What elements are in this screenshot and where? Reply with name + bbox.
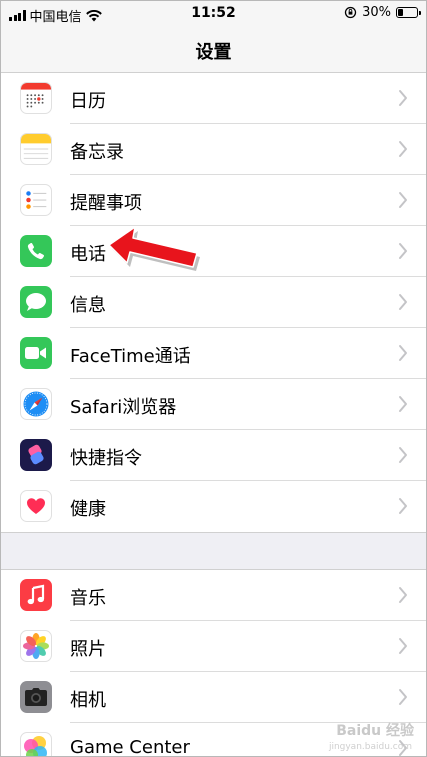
settings-row-label: 电话 — [70, 244, 106, 265]
settings-row-safari[interactable]: Safari浏览器 — [1, 379, 426, 430]
phone-icon — [20, 235, 52, 267]
settings-row-label: FaceTime通话 — [70, 346, 191, 367]
settings-row-label: 提醒事项 — [70, 193, 142, 214]
settings-row-label: Safari浏览器 — [70, 397, 177, 418]
game-center-icon — [20, 732, 52, 756]
settings-row-label: 备忘录 — [70, 142, 124, 163]
watermark-url: jingyan.baidu.com — [328, 742, 412, 752]
battery-percent: 30% — [362, 5, 391, 20]
notes-icon — [20, 133, 52, 165]
chevron-right-icon — [399, 447, 407, 463]
settings-row-label: 日历 — [70, 91, 106, 112]
chevron-right-icon — [399, 498, 407, 514]
settings-row-label: 相机 — [70, 690, 106, 711]
facetime-icon — [20, 337, 52, 369]
music-icon — [20, 579, 52, 611]
camera-icon — [20, 681, 52, 713]
settings-row-phone[interactable]: 电话 — [1, 226, 426, 277]
settings-row-label: 照片 — [70, 639, 106, 660]
chevron-right-icon — [399, 294, 407, 310]
status-right: 30% — [344, 5, 421, 20]
reminders-icon — [20, 184, 52, 216]
shortcuts-icon — [20, 439, 52, 471]
battery-icon — [396, 7, 421, 18]
chevron-right-icon — [399, 689, 407, 705]
chevron-right-icon — [399, 587, 407, 603]
settings-row-label: 快捷指令 — [70, 448, 142, 469]
watermark-logo: Baidu 经验 — [336, 723, 414, 739]
settings-group-apps: 日历 备忘录 提醒事项 电话 信息 FaceTime通话 Safari浏览器 快… — [1, 72, 426, 533]
settings-row-reminders[interactable]: 提醒事项 — [1, 175, 426, 226]
photos-icon — [20, 630, 52, 662]
navigation-bar: 设置 — [1, 27, 426, 74]
settings-row-label: 信息 — [70, 295, 106, 316]
chevron-right-icon — [399, 638, 407, 654]
settings-row-notes[interactable]: 备忘录 — [1, 124, 426, 175]
settings-row-health[interactable]: 健康 — [1, 481, 426, 532]
health-icon — [20, 490, 52, 522]
chevron-right-icon — [399, 396, 407, 412]
messages-icon — [20, 286, 52, 318]
settings-row-calendar[interactable]: 日历 — [1, 73, 426, 124]
chevron-right-icon — [399, 192, 407, 208]
screen: 中国电信 11:52 30% 设置 日历 备忘录 提醒事项 电话 信息 Face… — [0, 0, 427, 757]
settings-row-messages[interactable]: 信息 — [1, 277, 426, 328]
chevron-right-icon — [399, 243, 407, 259]
chevron-right-icon — [399, 345, 407, 361]
settings-row-camera[interactable]: 相机 — [1, 672, 426, 723]
settings-row-facetime[interactable]: FaceTime通话 — [1, 328, 426, 379]
settings-row-shortcuts[interactable]: 快捷指令 — [1, 430, 426, 481]
settings-row-label: 音乐 — [70, 588, 106, 609]
red-arrow-annotation — [108, 226, 200, 271]
safari-icon — [20, 388, 52, 420]
status-bar: 中国电信 11:52 30% — [1, 1, 426, 27]
page-title: 设置 — [195, 42, 232, 63]
calendar-icon — [20, 82, 52, 114]
settings-row-label: Game Center — [70, 737, 190, 757]
settings-row-label: 健康 — [70, 499, 106, 520]
orientation-lock-icon — [344, 6, 357, 19]
battery-fill — [398, 9, 404, 16]
chevron-right-icon — [399, 90, 407, 106]
chevron-right-icon — [399, 141, 407, 157]
settings-row-music[interactable]: 音乐 — [1, 570, 426, 621]
settings-row-photos[interactable]: 照片 — [1, 621, 426, 672]
